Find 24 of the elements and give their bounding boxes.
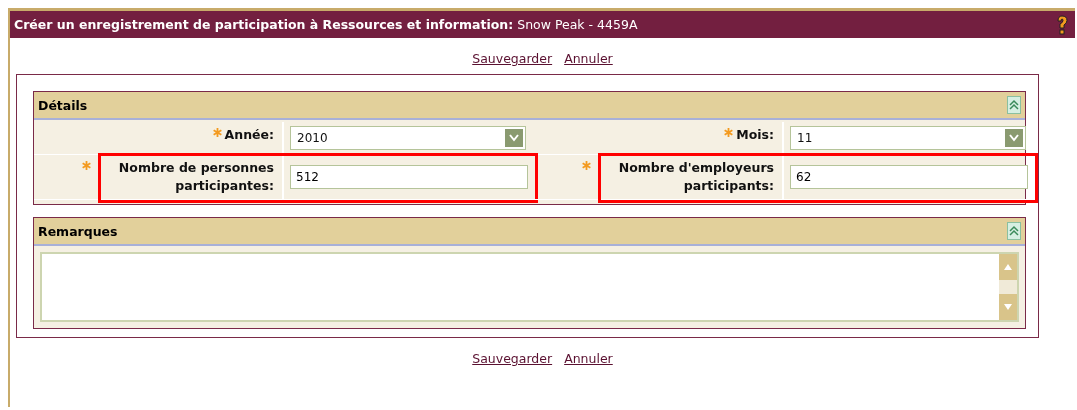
- section-title: Remarques: [38, 223, 118, 239]
- help-icon[interactable]: [1055, 14, 1069, 35]
- caret-icon: [505, 129, 523, 147]
- action-link[interactable]: Annuler: [564, 351, 613, 366]
- text-area[interactable]: [40, 252, 1019, 322]
- action-link[interactable]: Sauvegarder: [472, 351, 553, 366]
- dropdown[interactable]: 11: [790, 126, 1026, 150]
- scroll-down-icon[interactable]: [1004, 304, 1012, 310]
- field-label: Nombre de personnes participantes:: [117, 159, 274, 195]
- field-label: Année:: [224, 126, 274, 144]
- action-link[interactable]: Annuler: [564, 51, 613, 66]
- caret-icon: [1005, 129, 1023, 147]
- section-title: Détails: [38, 97, 88, 113]
- action-link[interactable]: Sauvegarder: [472, 51, 553, 66]
- collapse-icon[interactable]: [1007, 96, 1021, 114]
- input-field[interactable]: 62: [790, 165, 1028, 189]
- scrollbar[interactable]: [999, 254, 1017, 320]
- field-label: Mois:: [736, 126, 774, 144]
- dropdown[interactable]: 2010: [290, 126, 526, 150]
- field-label: Nombre d'employeurs participants:: [617, 159, 774, 195]
- window-title: Créer un enregistrement de participation à Ressources et information: Snow Peak - 4459A: [14, 17, 638, 32]
- scroll-up-icon[interactable]: [1004, 264, 1012, 270]
- collapse-icon[interactable]: [1007, 222, 1021, 240]
- input-field[interactable]: 512: [290, 165, 528, 189]
